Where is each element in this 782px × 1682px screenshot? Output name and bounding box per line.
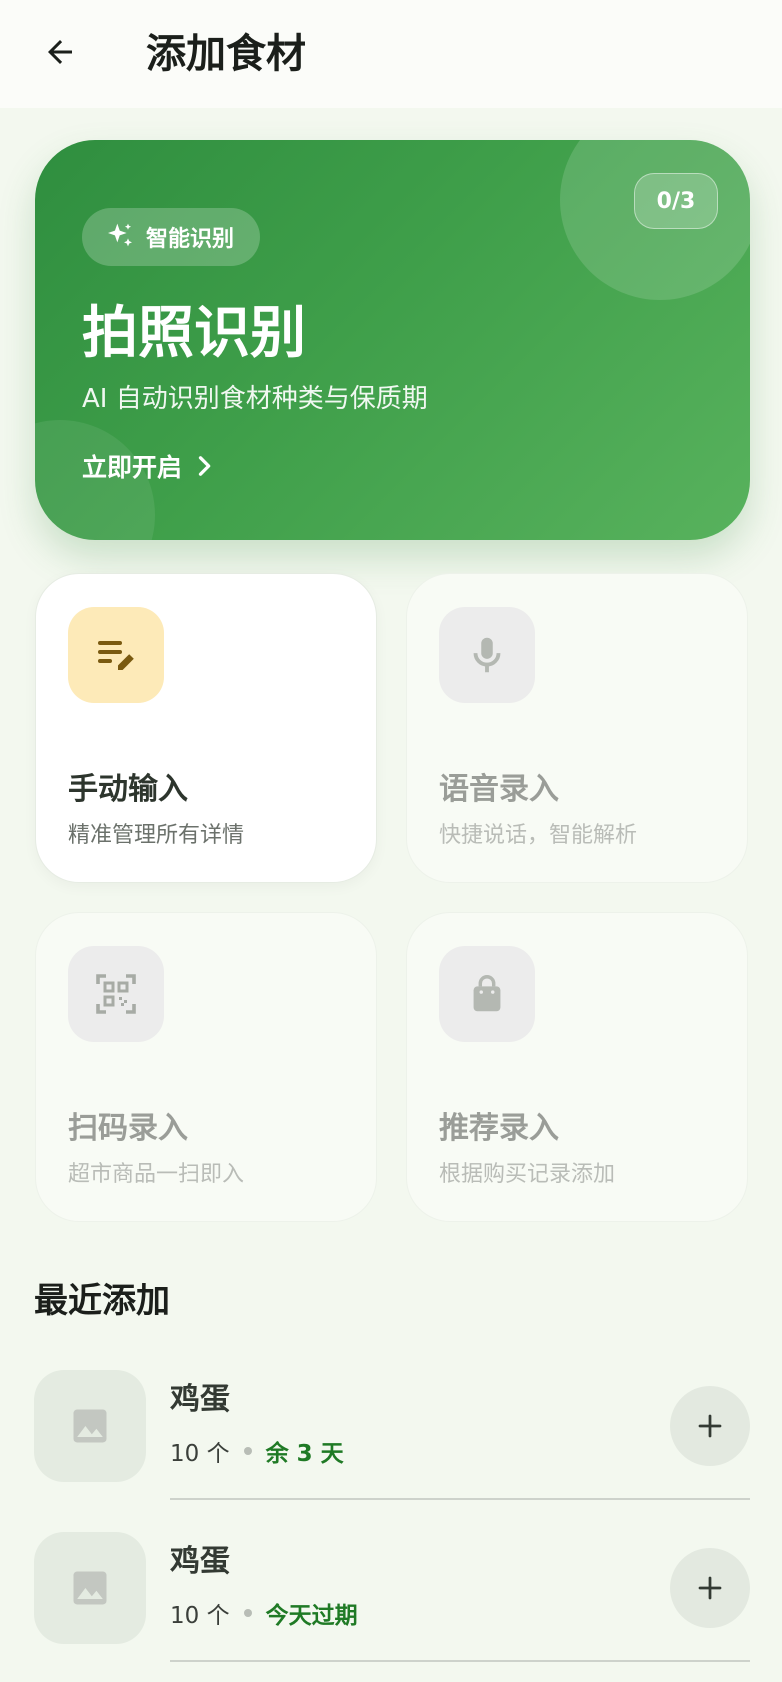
manual-input-card[interactable]: 手动输入 精准管理所有详情	[35, 573, 377, 883]
sparkle-icon	[108, 223, 132, 247]
add-again-button[interactable]	[670, 1386, 750, 1466]
banner-subtitle: AI 自动识别食材种类与保质期	[82, 384, 428, 414]
item-thumbnail	[34, 1532, 146, 1644]
card-icon-box	[439, 607, 535, 703]
image-placeholder-icon	[73, 1571, 107, 1605]
item-name: 鸡蛋	[170, 1382, 230, 1417]
item-quantity: 10 个	[170, 1441, 230, 1467]
start-now-link[interactable]: 立即开启	[82, 448, 218, 484]
add-again-button[interactable]	[670, 1548, 750, 1628]
item-expiry-status: 今天过期	[265, 1603, 358, 1629]
separator-dot	[243, 1447, 252, 1455]
card-description: 超市商品一扫即入	[68, 1162, 245, 1187]
card-title: 扫码录入	[68, 1111, 188, 1146]
mic-icon	[473, 637, 501, 673]
app-bar: 添加食材	[0, 0, 782, 108]
item-meta: 10 个 余 3 天	[170, 1434, 344, 1468]
card-title: 语音录入	[439, 772, 559, 807]
card-description: 精准管理所有详情	[68, 823, 245, 848]
qr-scan-icon	[96, 974, 136, 1014]
card-icon-box	[439, 946, 535, 1042]
plus-icon	[698, 1576, 722, 1600]
recent-section-title: 最近添加	[34, 1281, 170, 1321]
photo-recognition-banner[interactable]: 0/3 智能识别 拍照识别 AI 自动识别食材种类与保质期 立即开启	[35, 140, 750, 540]
separator-dot	[243, 1609, 252, 1617]
voice-input-card[interactable]: 语音录入 快捷说话，智能解析	[406, 573, 748, 883]
card-description: 快捷说话，智能解析	[439, 823, 638, 848]
item-expiry-status: 余 3 天	[265, 1441, 344, 1467]
cta-label: 立即开启	[82, 453, 183, 482]
card-description: 根据购买记录添加	[439, 1162, 616, 1187]
list-divider	[170, 1498, 750, 1500]
recent-list-item[interactable]: 鸡蛋 10 个 今天过期	[34, 1532, 750, 1662]
card-icon-box	[68, 946, 164, 1042]
list-divider	[170, 1660, 750, 1662]
edit-note-icon	[98, 641, 134, 670]
banner-title: 拍照识别	[82, 301, 306, 366]
scan-input-card[interactable]: 扫码录入 超市商品一扫即入	[35, 912, 377, 1222]
image-placeholder-icon	[73, 1409, 107, 1443]
item-meta: 10 个 今天过期	[170, 1596, 358, 1630]
card-icon-box	[68, 607, 164, 703]
card-title: 手动输入	[68, 772, 188, 807]
plus-icon	[698, 1414, 722, 1438]
chip-label: 智能识别	[146, 227, 235, 252]
page-title: 添加食材	[146, 31, 306, 77]
chevron-right-icon	[198, 456, 211, 476]
arrow-back-icon	[48, 40, 72, 64]
shopping-bag-icon	[473, 975, 501, 1012]
card-title: 推荐录入	[439, 1111, 559, 1146]
item-name: 鸡蛋	[170, 1544, 230, 1579]
item-quantity: 10 个	[170, 1603, 230, 1629]
smart-recognition-chip: 智能识别	[82, 208, 261, 266]
recommended-input-card[interactable]: 推荐录入 根据购买记录添加	[406, 912, 748, 1222]
item-thumbnail	[34, 1370, 146, 1482]
back-button[interactable]	[30, 22, 90, 82]
usage-counter-badge: 0/3	[634, 173, 718, 229]
recent-list-item[interactable]: 鸡蛋 10 个 余 3 天	[34, 1370, 750, 1500]
